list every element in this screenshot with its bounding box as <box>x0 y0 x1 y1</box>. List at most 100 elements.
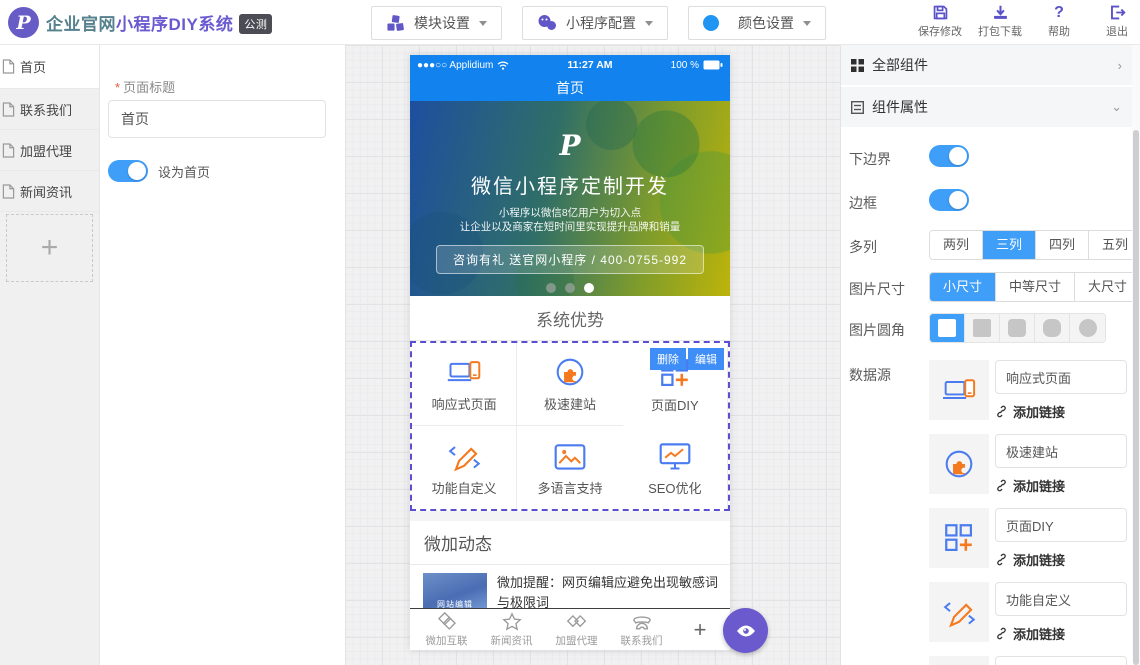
required-mark: * <box>115 80 120 95</box>
add-link-button[interactable]: 添加链接 <box>995 624 1127 643</box>
feature-cell-seo[interactable]: SEO优化 <box>623 426 728 509</box>
preview-button[interactable] <box>723 608 768 653</box>
radius-option-rounded-md[interactable] <box>1035 314 1070 342</box>
all-components-label: 全部组件 <box>872 55 1110 75</box>
all-components-header[interactable]: 全部组件 › <box>841 45 1132 85</box>
inspector-scrollbar[interactable] <box>1132 45 1140 665</box>
help-button[interactable]: ? 帮助 <box>1038 4 1080 39</box>
datasource-title-input[interactable] <box>995 656 1127 665</box>
carousel-dot[interactable] <box>546 283 556 293</box>
miniprogram-config-menu[interactable]: 小程序配置 <box>522 6 668 40</box>
save-label: 保存修改 <box>918 23 962 39</box>
hero-banner[interactable]: P 微信小程序定制开发 小程序以微信8亿用户为切入点 让企业以及商家在短时间里实… <box>410 101 730 296</box>
exit-button[interactable]: 退出 <box>1096 4 1138 39</box>
puzzle-icon <box>942 447 976 481</box>
link-icon <box>995 627 1008 640</box>
carousel-dot[interactable] <box>565 283 575 293</box>
border-label: 边框 <box>849 193 877 213</box>
columns-option-3-selected[interactable]: 三列 <box>983 231 1036 259</box>
datasource-title-input[interactable] <box>995 360 1127 394</box>
wechat-icon <box>537 14 557 32</box>
color-settings-menu[interactable]: 颜色设置 <box>688 6 826 40</box>
add-link-button[interactable]: 添加链接 <box>995 476 1127 495</box>
delete-component-button[interactable]: 删除 <box>650 348 686 370</box>
image-size-medium[interactable]: 中等尺寸 <box>996 273 1075 301</box>
phone-preview: ●●●○○ Applidium 11:27 AM 100 % 首页 P 微信小程… <box>410 55 730 650</box>
section-gap <box>410 511 730 521</box>
sidebar-item-home[interactable]: 首页 <box>0 45 99 89</box>
datasource-item-partial <box>929 656 1127 665</box>
columns-option-2[interactable]: 两列 <box>930 231 983 259</box>
datasource-thumb <box>929 434 989 494</box>
diy-icon <box>942 521 976 555</box>
tab-brand[interactable]: 微加互联 <box>414 612 479 648</box>
bottom-border-toggle[interactable] <box>929 145 969 167</box>
set-as-home-toggle[interactable] <box>108 160 148 182</box>
border-toggle[interactable] <box>929 189 969 211</box>
columns-option-4[interactable]: 四列 <box>1036 231 1089 259</box>
hero-title: 微信小程序定制开发 <box>410 170 730 199</box>
tags-icon <box>566 612 588 632</box>
modules-settings-menu[interactable]: 模块设置 <box>371 6 502 40</box>
carousel-dot-active[interactable] <box>584 283 594 293</box>
sidebar-item-label: 联系我们 <box>20 100 72 119</box>
datasource-thumb <box>929 508 989 568</box>
save-button[interactable]: 保存修改 <box>918 4 962 39</box>
chevron-down-icon <box>645 21 653 26</box>
app-title-part1: 企业官网 <box>46 15 116 34</box>
news-list-item[interactable]: 网站编辑 微加提醒：网页编辑应避免出现敏感词 与极限词 <box>410 565 730 608</box>
add-link-button[interactable]: 添加链接 <box>995 550 1127 569</box>
datasource-title-input[interactable] <box>995 434 1127 468</box>
component-props-header[interactable]: 组件属性 ⌄ <box>841 87 1132 127</box>
tab-add-button[interactable]: + <box>674 617 726 643</box>
radius-option-square[interactable] <box>965 314 1000 342</box>
columns-segmented-control: 两列 三列 四列 五列 <box>929 230 1140 260</box>
set-as-home-label: 设为首页 <box>158 162 210 181</box>
image-radius-label: 图片圆角 <box>849 320 905 340</box>
image-radius-options <box>929 313 1106 343</box>
scrollbar-thumb[interactable] <box>1133 130 1139 665</box>
app-header: P 企业官网小程序DIY系统公测 模块设置 小程序配置 颜色设置 保存修改 打 <box>0 0 1140 45</box>
feature-cell-responsive[interactable]: 响应式页面 <box>412 343 517 426</box>
sidebar-item-contact[interactable]: 联系我们 <box>0 89 99 130</box>
download-button[interactable]: 打包下载 <box>978 4 1022 39</box>
datasource-title-input[interactable] <box>995 508 1127 542</box>
download-label: 打包下载 <box>978 23 1022 39</box>
datasource-thumb <box>929 582 989 642</box>
sidebar-item-agent[interactable]: 加盟代理 <box>0 130 99 171</box>
add-page-button[interactable]: + <box>6 214 93 282</box>
tab-agent[interactable]: 加盟代理 <box>544 612 609 648</box>
image-size-large[interactable]: 大尺寸 <box>1075 273 1140 301</box>
puzzle-icon <box>553 355 587 389</box>
sidebar-item-news[interactable]: 新闻资讯 <box>0 171 99 212</box>
miniprogram-config-label: 小程序配置 <box>566 13 636 33</box>
help-label: 帮助 <box>1048 23 1070 39</box>
add-link-button[interactable]: 添加链接 <box>995 402 1127 421</box>
tab-contact[interactable]: 联系我们 <box>609 612 674 648</box>
page-doc-icon <box>2 143 15 158</box>
columns-label: 多列 <box>849 237 877 257</box>
page-settings-panel: *页面标题 设为首页 <box>100 45 345 665</box>
feature-grid-component-selected[interactable]: 删除 编辑 响应式页面 极速建站 页面DIY 功能自定义 多语言支持 <box>410 341 730 511</box>
image-size-label: 图片尺寸 <box>849 279 905 299</box>
link-icon <box>995 479 1008 492</box>
datasource-title-input[interactable] <box>995 582 1127 616</box>
feature-cell-multilang[interactable]: 多语言支持 <box>517 426 622 509</box>
radius-option-circle[interactable] <box>1070 314 1105 342</box>
toggle-knob <box>949 147 967 165</box>
radius-option-rounded-sm[interactable] <box>1000 314 1035 342</box>
datasource-item-responsive: 添加链接 <box>929 360 1127 421</box>
datasource-item-fastbuild: 添加链接 <box>929 434 1127 495</box>
page-doc-icon <box>2 102 15 117</box>
help-icon: ? <box>1054 4 1064 21</box>
page-title-input[interactable] <box>108 100 326 138</box>
modules-cube-icon <box>386 14 405 33</box>
feature-cell-custom[interactable]: 功能自定义 <box>412 426 517 509</box>
battery-icon <box>703 60 723 70</box>
hero-cta-button[interactable]: 咨询有礼 送官网小程序 / 400-0755-992 <box>436 245 704 274</box>
image-size-small-selected[interactable]: 小尺寸 <box>930 273 996 301</box>
edit-component-button[interactable]: 编辑 <box>688 348 724 370</box>
feature-cell-fastbuild[interactable]: 极速建站 <box>517 343 622 426</box>
radius-option-square-selected[interactable] <box>930 314 965 342</box>
tab-news[interactable]: 新闻资讯 <box>479 612 544 648</box>
